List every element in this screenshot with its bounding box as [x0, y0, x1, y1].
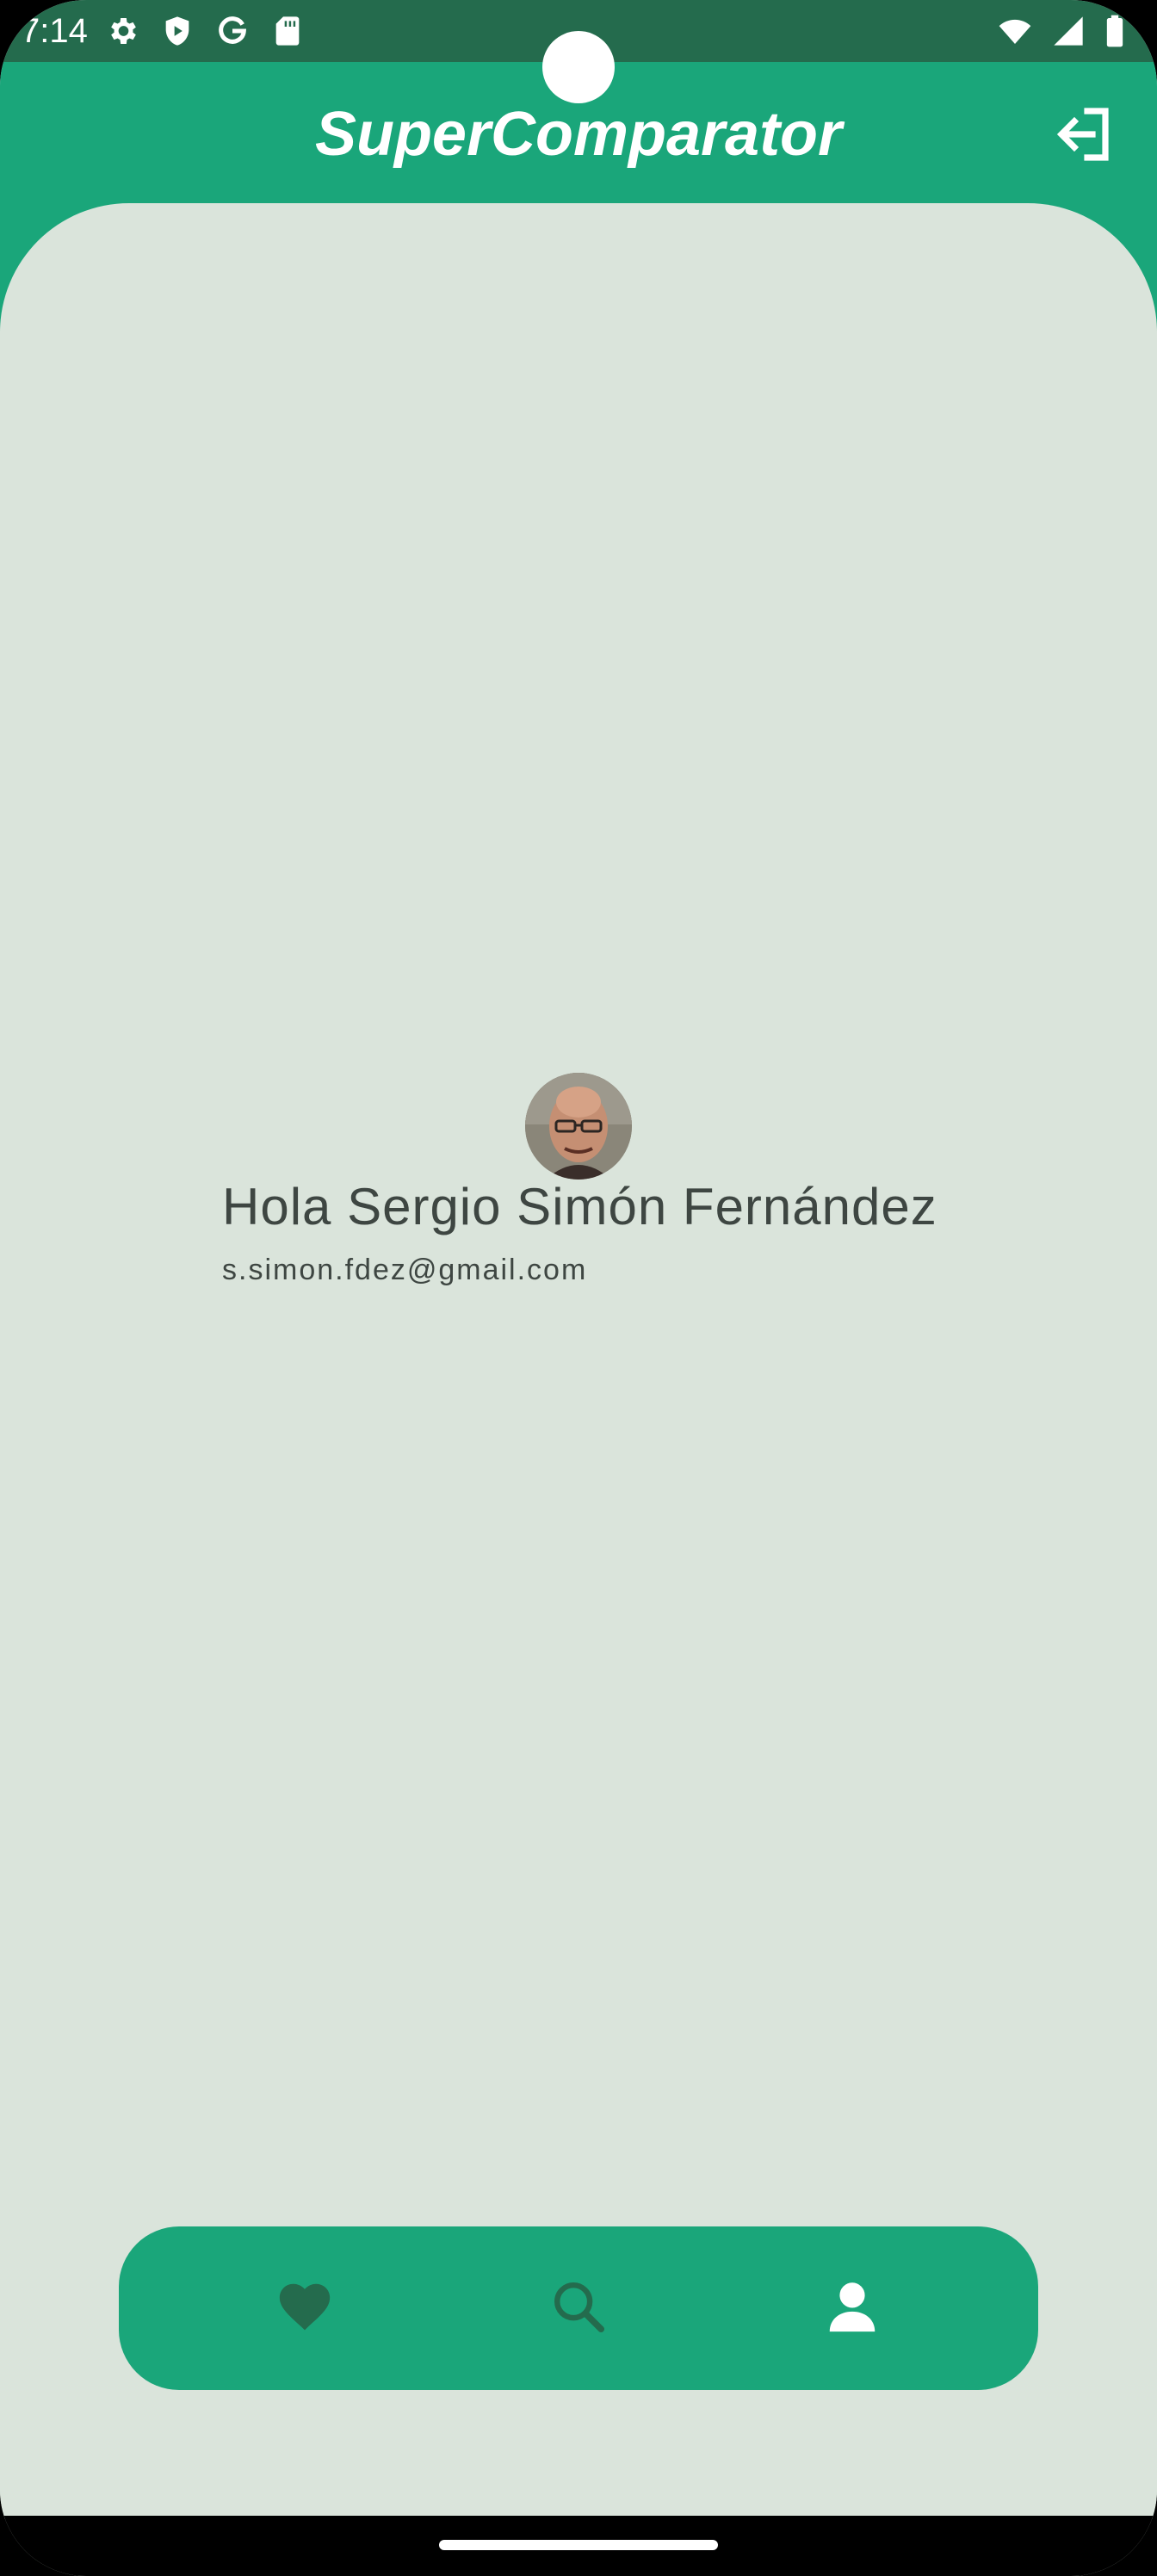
- gesture-handle[interactable]: [439, 2540, 718, 2550]
- wifi-icon: [997, 14, 1033, 48]
- greeting-text: Hola Sergio Simón Fernández: [222, 1178, 937, 1235]
- heart-icon: [275, 2276, 335, 2341]
- logout-icon: [1054, 103, 1116, 170]
- profile-content: [0, 203, 1157, 2519]
- nav-favorites[interactable]: [219, 2226, 391, 2390]
- sd-card-icon: [270, 14, 306, 48]
- app-title: SuperComparator: [314, 100, 843, 169]
- google-icon: [215, 14, 251, 48]
- email-text: s.simon.fdez@gmail.com: [222, 1254, 588, 1286]
- play-protect-icon: [160, 14, 196, 48]
- bottom-navigation: [119, 2226, 1038, 2390]
- battery-icon: [1104, 14, 1126, 48]
- person-icon: [822, 2276, 882, 2341]
- status-time: 7:14: [21, 12, 88, 50]
- camera-cutout: [542, 31, 615, 103]
- nav-profile[interactable]: [766, 2226, 938, 2390]
- phone-screen: 7:14 SuperComparator Hola Sergio Simón F…: [0, 0, 1157, 2576]
- search-icon: [548, 2276, 609, 2341]
- avatar: [525, 1073, 632, 1180]
- settings-icon: [105, 14, 141, 48]
- signal-icon: [1050, 14, 1086, 48]
- nav-search[interactable]: [492, 2226, 665, 2390]
- status-left-icons: [105, 14, 306, 48]
- logout-button[interactable]: [1050, 102, 1119, 170]
- status-right-icons: [997, 14, 1126, 48]
